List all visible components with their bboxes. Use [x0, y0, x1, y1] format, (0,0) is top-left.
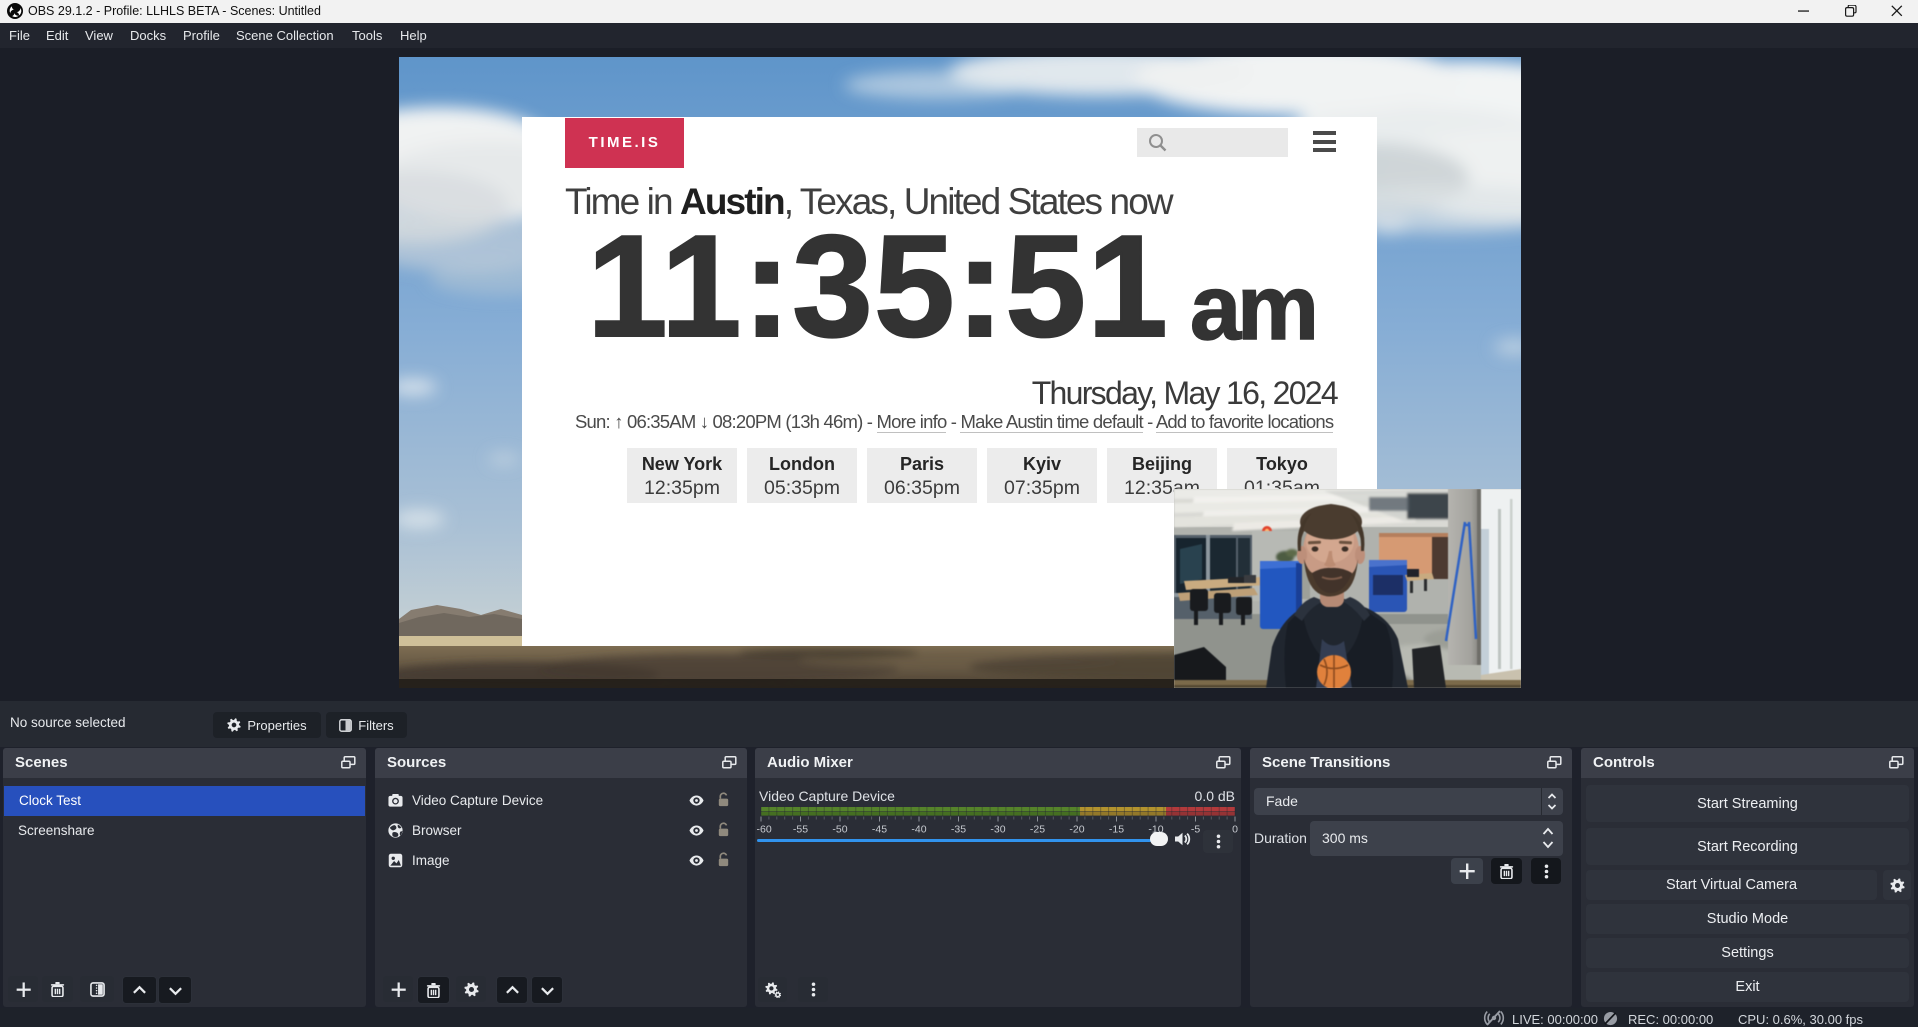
svg-text:-25: -25 — [1030, 824, 1045, 836]
svg-text:-20: -20 — [1069, 824, 1084, 836]
svg-text:-5: -5 — [1191, 824, 1200, 836]
svg-text:-45: -45 — [872, 824, 887, 836]
svg-text:-30: -30 — [990, 824, 1005, 836]
svg-text:-60: -60 — [757, 824, 772, 836]
svg-text:-15: -15 — [1109, 824, 1124, 836]
svg-text:-50: -50 — [832, 824, 847, 836]
svg-text:-55: -55 — [793, 824, 808, 836]
svg-text:0: 0 — [1232, 824, 1238, 836]
svg-text:-40: -40 — [911, 824, 926, 836]
svg-text:-35: -35 — [951, 824, 966, 836]
